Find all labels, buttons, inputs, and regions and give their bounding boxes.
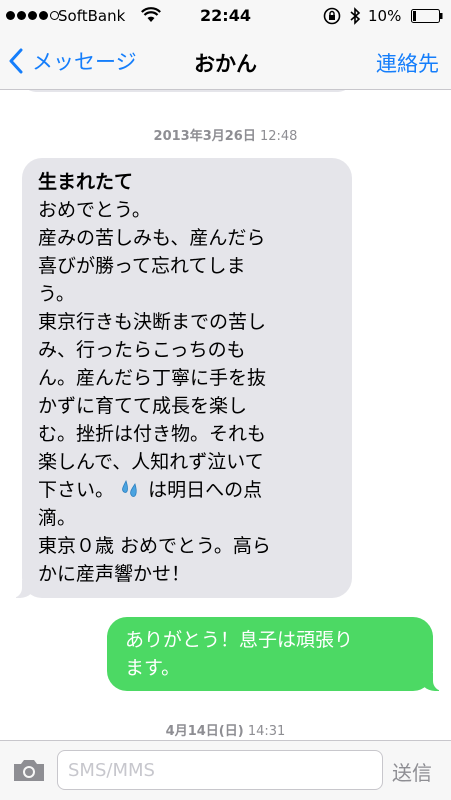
- message-line: む。挫折は付き物。それも: [38, 423, 267, 445]
- message-line: み、行ったらこっちのも: [38, 339, 246, 361]
- conversation-thread[interactable]: 2013年3月26日 12:48 生まれたて おめでとう。 産みの苦しみも、産ん…: [0, 90, 451, 740]
- camera-icon[interactable]: [12, 757, 46, 783]
- sweat-drops-icon: [122, 479, 137, 497]
- incoming-message-bubble[interactable]: 生まれたて おめでとう。 産みの苦しみも、産んだら 喜びが勝って忘れてしま う。…: [10, 158, 352, 598]
- status-bar: SoftBank 22:44 10%: [0, 0, 451, 32]
- message-input-bar: 送信: [0, 740, 451, 800]
- outgoing-message-bubble[interactable]: ありがとう！息子は頑張り ます。: [107, 617, 445, 691]
- message-line: おめでとう。: [38, 199, 151, 221]
- message-line: 滴。: [38, 507, 77, 529]
- message-line: う。: [38, 283, 75, 305]
- message-headline: 生まれたて: [38, 171, 134, 193]
- battery-icon: [411, 9, 443, 23]
- battery-percentage: 10%: [368, 7, 402, 25]
- message-line: 東京０歳 おめでとう。高ら: [38, 535, 271, 557]
- timestamp: 2013年3月26日 12:48: [153, 129, 298, 144]
- message-line: 楽しんで、人知れず泣いて: [38, 451, 264, 473]
- send-button[interactable]: 送信: [392, 757, 432, 786]
- contact-button[interactable]: 連絡先: [376, 48, 439, 78]
- bluetooth-icon: [350, 7, 361, 25]
- message-line: 喜びが勝って忘れてしま: [38, 255, 246, 277]
- message-line: 産みの苦しみも、産んだら: [38, 227, 266, 249]
- navigation-bar: メッセージ おかん 連絡先: [0, 32, 451, 90]
- previous-message-bubble: [22, 90, 352, 92]
- message-line: ん。産んだら丁寧に手を抜: [38, 367, 267, 389]
- timestamp: 4月14日(日) 14:31: [165, 724, 286, 739]
- message-line: ます。: [125, 657, 181, 679]
- message-line: ありがとう！息子は頑張り: [125, 629, 354, 651]
- message-input[interactable]: [57, 750, 383, 790]
- message-line: 東京行きも決断までの苦し: [38, 311, 267, 333]
- message-line: 下さい。 は明日への点: [38, 479, 263, 501]
- rotation-lock-icon: [323, 7, 341, 25]
- message-line: かずに育てて成長を楽し: [38, 395, 248, 417]
- message-line: かに産声響かせ！: [38, 563, 191, 585]
